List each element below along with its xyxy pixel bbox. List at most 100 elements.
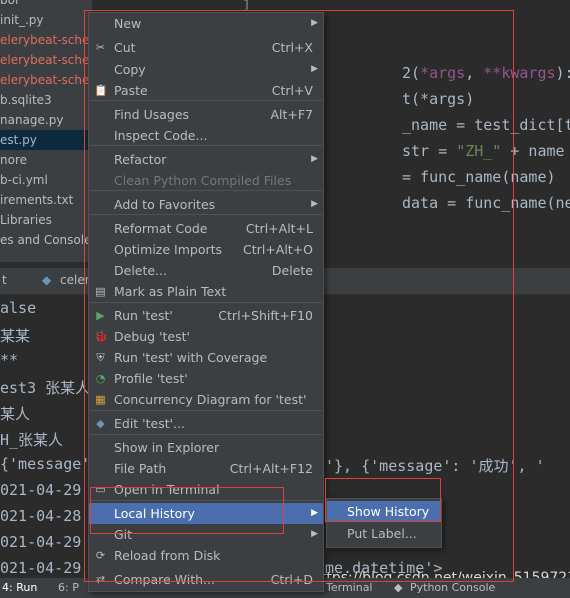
context-menu: New ▶ ✂ Cut Ctrl+X Copy ▶ 📋 Paste Ctrl+V Find Usag…	[88, 12, 324, 592]
debug-icon: 🐞	[94, 330, 108, 343]
menu-item-mark-as-plain-text[interactable]: ▤ Mark as Plain Text	[89, 281, 323, 302]
compare-icon: ⇄	[95, 573, 106, 586]
submenu-item-label: Put Label...	[347, 526, 417, 541]
submenu-arrow-icon: ▶	[311, 154, 318, 164]
tree-item[interactable]: est.py	[0, 130, 92, 150]
menu-item-label: File Path	[114, 461, 167, 476]
menu-item-inspect-code[interactable]: Inspect Code...	[89, 125, 323, 146]
menu-item-refactor[interactable]: Refactor ▶	[89, 149, 323, 170]
tree-item[interactable]: nore	[0, 150, 27, 170]
menu-item-reformat-code[interactable]: Reformat Code Ctrl+Alt+L	[89, 218, 323, 239]
menu-item-delete[interactable]: Delete... Delete	[89, 260, 323, 281]
tree-item[interactable]: Libraries	[0, 210, 52, 230]
tree-item[interactable]: init_.py	[0, 10, 44, 30]
python-icon: ◆	[96, 417, 105, 430]
menu-item-shortcut: Ctrl+V	[271, 83, 313, 98]
menu-item-label: Reload from Disk	[114, 548, 221, 563]
menu-item-shortcut: Delete	[271, 263, 313, 278]
menu-item-shortcut: Ctrl+Shift+F10	[218, 308, 313, 323]
paste-icon: 📋	[94, 84, 108, 97]
submenu-arrow-icon: ▶	[311, 529, 318, 539]
tree-item[interactable]: nanage.py	[0, 110, 63, 130]
submenu-item-show-history[interactable]: Show History	[327, 501, 441, 522]
menu-separator	[90, 434, 322, 435]
code-line-5: = func_name(name)	[402, 168, 556, 186]
terminal-icon: ▭	[95, 483, 106, 496]
menu-item-label: Mark as Plain Text	[114, 284, 227, 299]
reload-icon: ⟳	[95, 549, 106, 562]
menu-item-label: Delete...	[114, 263, 167, 278]
tree-item[interactable]: irements.txt	[0, 190, 73, 210]
submenu-item-label: Show History	[347, 504, 430, 519]
menu-item-shortcut: Alt+F7	[270, 107, 313, 122]
menu-item-concurrency-diagram-for-test[interactable]: ▦ Concurrency Diagram for 'test'	[89, 389, 323, 410]
menu-item-run-test-with-coverage[interactable]: ⛨ Run 'test' with Coverage	[89, 347, 323, 368]
tab-celery[interactable]: celer	[60, 273, 90, 287]
submenu-arrow-icon: ▶	[311, 508, 318, 518]
output-line: 021-04-28	[0, 507, 82, 525]
menu-item-git[interactable]: Git ▶	[89, 524, 323, 545]
status-run[interactable]: 4: Run	[2, 581, 37, 594]
tree-item[interactable]: es and Console	[0, 230, 91, 250]
menu-item-paste[interactable]: 📋 Paste Ctrl+V	[89, 80, 323, 101]
menu-item-label: Copy	[114, 62, 146, 77]
submenu-item-put-label[interactable]: Put Label...	[327, 523, 441, 544]
menu-item-clean-python-compiled-files[interactable]: Clean Python Compiled Files	[89, 170, 323, 191]
menu-item-file-path[interactable]: File Path Ctrl+Alt+F12	[89, 458, 323, 479]
menu-item-open-in-terminal[interactable]: ▭ Open in Terminal	[89, 479, 323, 500]
output-line: 某某	[0, 327, 31, 345]
menu-item-new[interactable]: New ▶	[89, 13, 323, 34]
code-line-3: _name = test_dict[table_n	[402, 116, 570, 134]
python-tab-icon: ◆	[42, 273, 52, 287]
menu-item-add-to-favorites[interactable]: Add to Favorites ▶	[89, 194, 323, 215]
submenu-arrow-icon: ▶	[311, 64, 318, 74]
code-line-4: str = "ZH_" + name	[402, 142, 565, 160]
menu-item-show-in-explorer[interactable]: Show in Explorer	[89, 437, 323, 458]
plain-text-icon: ▤	[95, 285, 106, 298]
output-line: H_张某人	[0, 431, 64, 449]
menu-item-optimize-imports[interactable]: Optimize Imports Ctrl+Alt+O	[89, 239, 323, 260]
tab-run-test[interactable]: t	[2, 273, 7, 287]
python-console-icon: ◆	[394, 581, 403, 594]
menu-item-label: Profile 'test'	[114, 371, 188, 386]
menu-item-compare-with[interactable]: ⇄ Compare With... Ctrl+D	[89, 569, 323, 590]
status-python-console[interactable]: Python Console	[410, 581, 495, 594]
menu-item-cut[interactable]: ✂ Cut Ctrl+X	[89, 37, 323, 58]
menu-item-label: Reformat Code	[114, 221, 208, 236]
menu-item-label: Refactor	[114, 152, 167, 167]
menu-item-shortcut: Ctrl+Alt+F12	[229, 461, 313, 476]
menu-item-profile-test[interactable]: ◔ Profile 'test'	[89, 368, 323, 389]
tree-item[interactable]: elerybeat-sched	[0, 70, 92, 90]
menu-item-label: Local History	[114, 506, 195, 521]
menu-item-shortcut: Ctrl+X	[271, 40, 313, 55]
menu-item-local-history[interactable]: Local History ▶	[89, 503, 323, 524]
submenu-arrow-icon: ▶	[311, 18, 318, 28]
code-line-6: data = func_name(new_str)	[402, 194, 570, 212]
menu-item-label: Concurrency Diagram for 'test'	[114, 392, 307, 407]
menu-item-shortcut: Ctrl+D	[270, 572, 313, 587]
status-terminal[interactable]: Terminal	[326, 581, 373, 594]
menu-item-edit-test[interactable]: ◆ Edit 'test'...	[89, 413, 323, 434]
tree-item[interactable]: elerybeat-sched	[0, 30, 92, 50]
project-tree: bol init_.py elerybeat-sched elerybeat-sche…	[0, 0, 92, 262]
menu-item-label: Git	[114, 527, 133, 542]
menu-item-label: Run 'test' with Coverage	[114, 350, 268, 365]
menu-item-copy[interactable]: Copy ▶	[89, 59, 323, 80]
menu-item-run-test[interactable]: ▶ Run 'test' Ctrl+Shift+F10	[89, 305, 323, 326]
code-line-2: t(*args)	[402, 90, 475, 108]
menu-item-label: New	[114, 16, 142, 31]
menu-item-label: Paste	[114, 83, 148, 98]
menu-item-find-usages[interactable]: Find Usages Alt+F7	[89, 104, 323, 125]
menu-item-reload-from-disk[interactable]: ⟳ Reload from Disk	[89, 545, 323, 566]
output-line: est3 张某人	[0, 379, 91, 397]
tree-item[interactable]: bol	[0, 0, 18, 10]
menu-item-debug-test[interactable]: 🐞 Debug 'test'	[89, 326, 323, 347]
tree-item[interactable]: b.sqlite3	[0, 90, 52, 110]
output-line: 021-04-29	[0, 533, 82, 551]
menu-item-label: Inspect Code...	[114, 128, 208, 143]
status-problems[interactable]: 6: P	[58, 581, 79, 594]
tree-item[interactable]: elerybeat-sched	[0, 50, 92, 70]
menu-item-label: Edit 'test'...	[114, 416, 185, 431]
tree-item[interactable]: b-ci.yml	[0, 170, 48, 190]
menu-item-label: Debug 'test'	[114, 329, 190, 344]
